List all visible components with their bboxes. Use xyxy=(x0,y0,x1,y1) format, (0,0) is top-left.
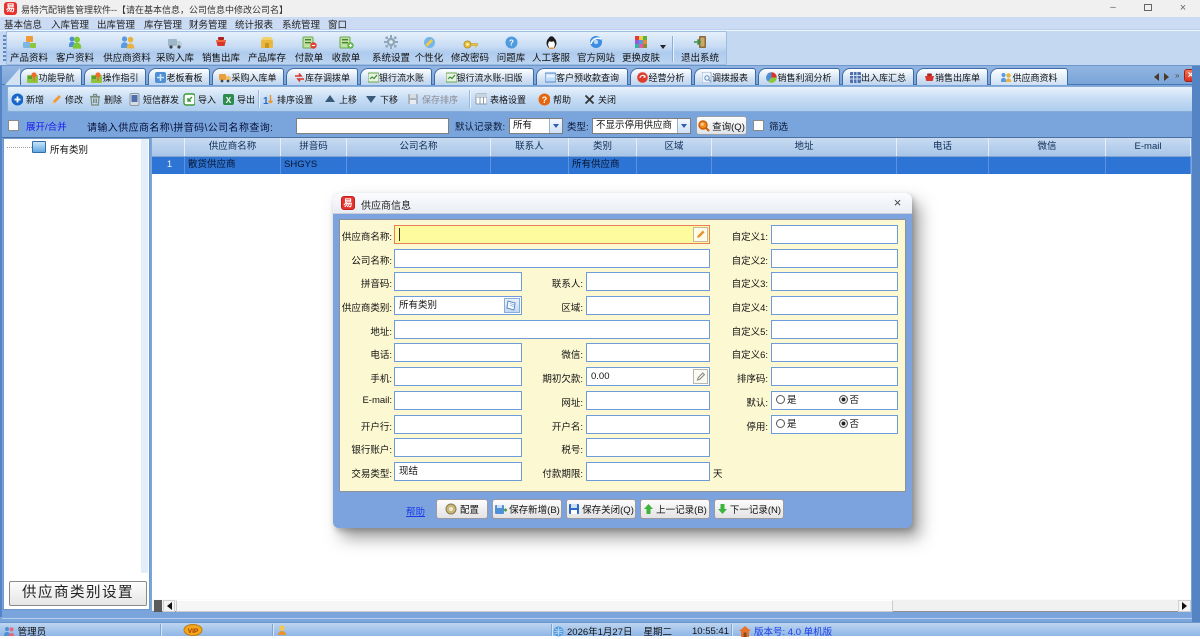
svg-text:X: X xyxy=(226,94,232,104)
svg-text:VIP: VIP xyxy=(188,628,199,635)
svg-text:?: ? xyxy=(542,95,548,105)
svg-text:1: 1 xyxy=(263,96,269,106)
svg-text:?: ? xyxy=(509,39,514,48)
